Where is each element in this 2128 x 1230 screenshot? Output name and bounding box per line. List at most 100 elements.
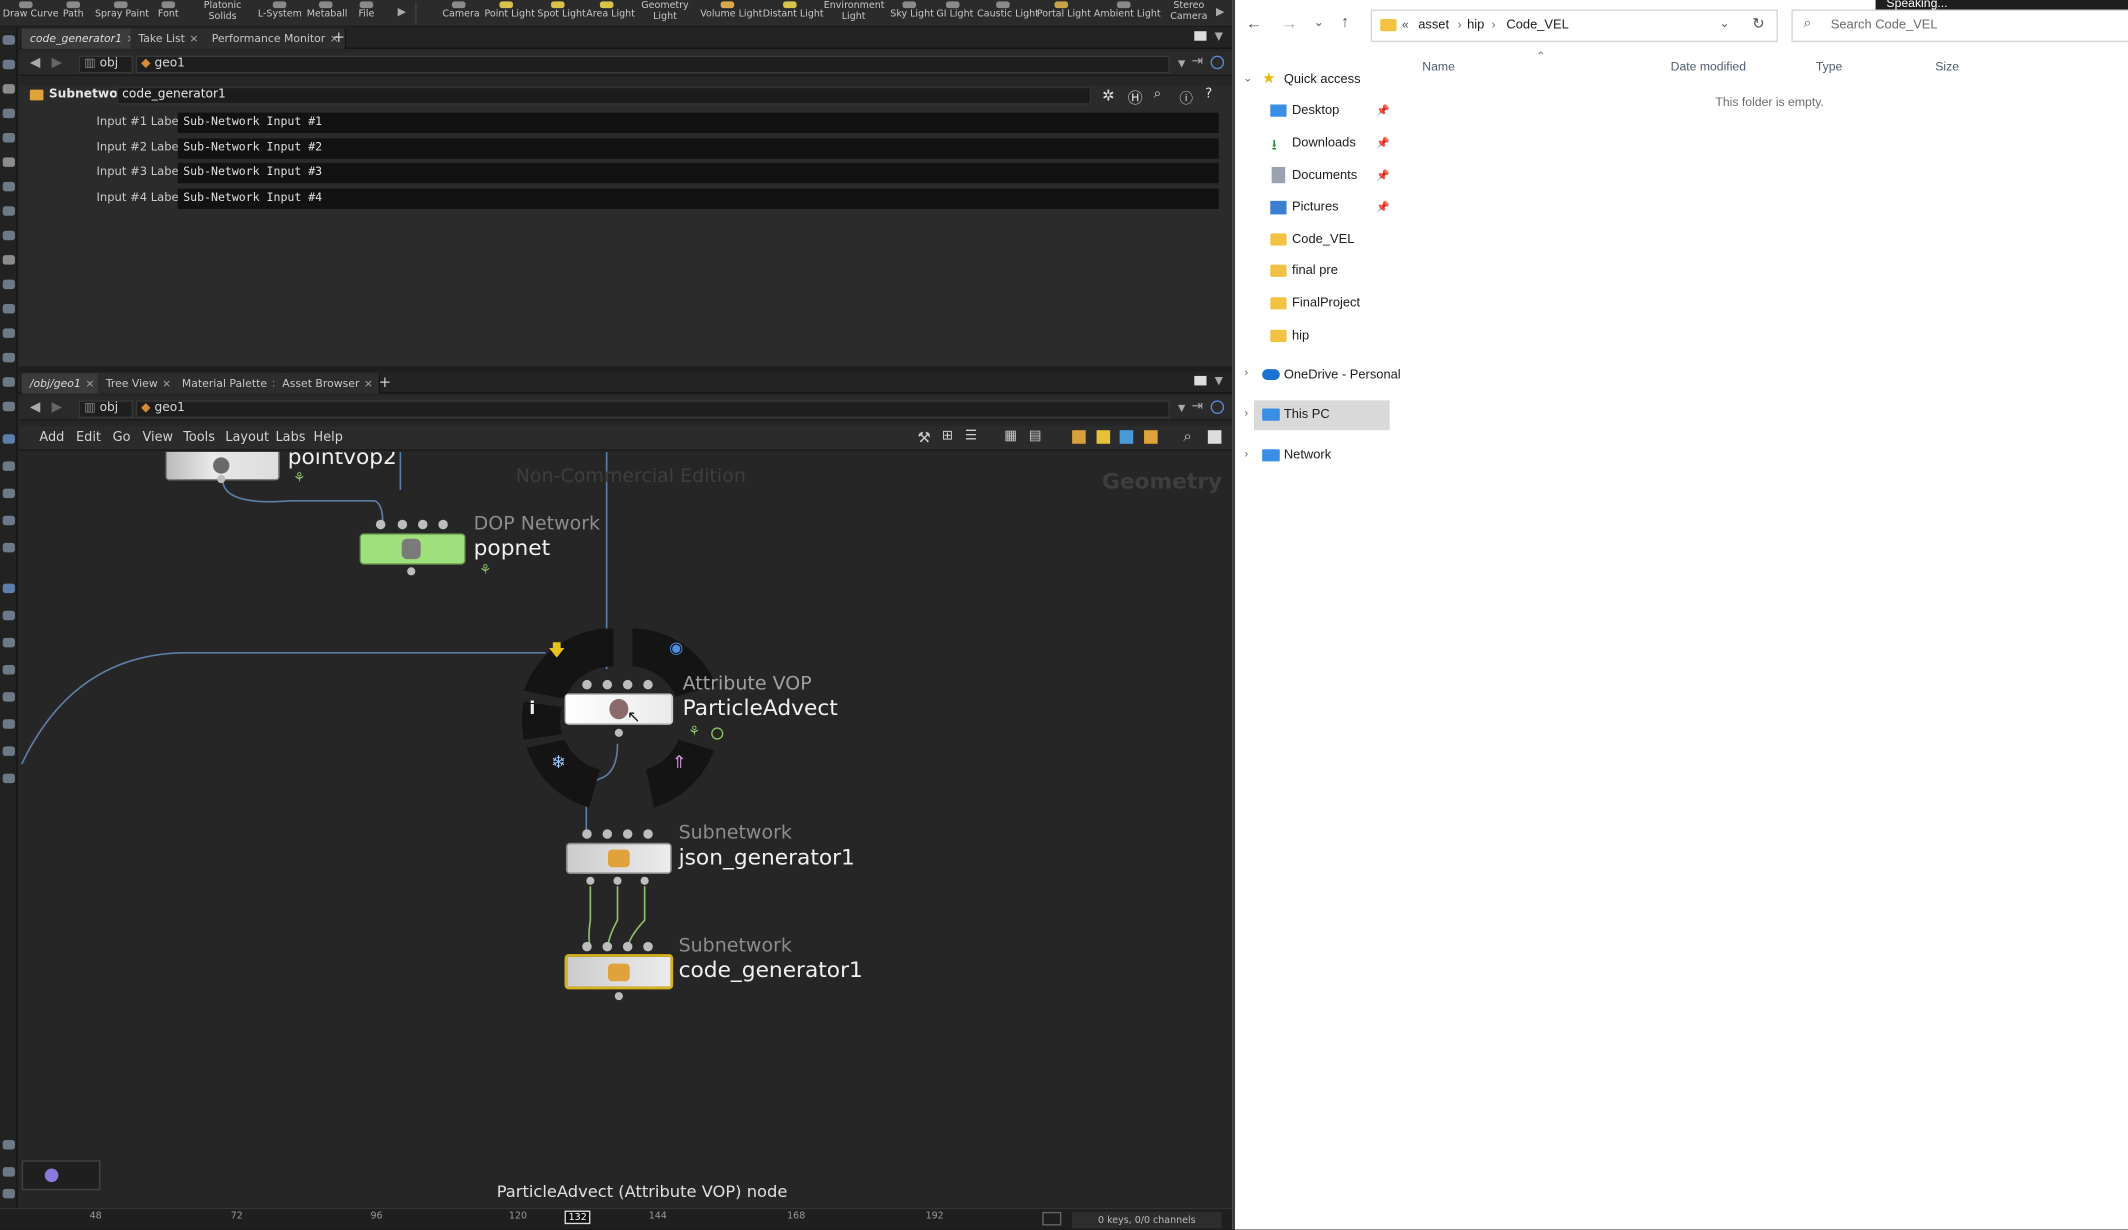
- shelf-tool-camera[interactable]: Camera: [442, 0, 480, 27]
- search-icon[interactable]: ⌕: [1154, 87, 1162, 102]
- keys-channels-field[interactable]: 0 keys, 0/0 channels: [1072, 1211, 1222, 1229]
- breadcrumb-hip[interactable]: hip: [1467, 18, 1484, 33]
- chevron-down-icon[interactable]: ▼: [1178, 403, 1185, 414]
- input-connector[interactable]: [582, 829, 592, 839]
- tool-icon[interactable]: [2, 328, 15, 338]
- shelf-tool-spot-light[interactable]: Spot Light: [537, 0, 586, 27]
- forward-icon[interactable]: ▶: [52, 56, 62, 71]
- input-connector[interactable]: [622, 941, 633, 952]
- gear-icon[interactable]: ✲: [1102, 87, 1115, 105]
- tool-icon[interactable]: [2, 692, 15, 702]
- nav-folder-final-pre[interactable]: final pre: [1292, 263, 1338, 278]
- breadcrumb-asset[interactable]: asset: [1418, 18, 1449, 33]
- chevron-down-icon[interactable]: ⌄: [1243, 72, 1252, 84]
- shelf-tool-lsystem[interactable]: L-System: [258, 0, 302, 27]
- menu-layout[interactable]: Layout: [225, 430, 269, 445]
- search-box[interactable]: ⌕ Search Code_VEL: [1791, 9, 2128, 43]
- tool-icon[interactable]: [2, 664, 15, 675]
- shelf-tool-ambient-light[interactable]: Ambient Light: [1094, 0, 1161, 27]
- input-connector[interactable]: [582, 679, 592, 690]
- menu-labs[interactable]: Labs: [275, 430, 305, 445]
- close-icon[interactable]: ×: [364, 373, 373, 393]
- column-header-size[interactable]: Size: [1935, 60, 1959, 74]
- node-particleadvect[interactable]: [564, 693, 674, 725]
- input-connector[interactable]: [602, 679, 613, 690]
- tool-icon[interactable]: [2, 515, 15, 526]
- column-header-type[interactable]: Type: [1816, 60, 1842, 74]
- nav-folder-hip[interactable]: hip: [1292, 328, 1309, 343]
- tree-icon[interactable]: ⊞: [942, 429, 953, 444]
- back-icon[interactable]: ◀: [30, 400, 40, 415]
- wrench-icon[interactable]: ⚒: [917, 429, 930, 447]
- pin-icon[interactable]: 📌: [1376, 170, 1390, 182]
- menu-add[interactable]: Add: [39, 430, 64, 445]
- sticky-icon[interactable]: [1072, 430, 1086, 444]
- output-connector[interactable]: [586, 876, 595, 885]
- tool-icon[interactable]: [2, 488, 15, 499]
- input-connector[interactable]: [417, 519, 428, 530]
- chevron-down-icon[interactable]: ▼: [1178, 58, 1185, 69]
- help-icon[interactable]: ?: [1205, 87, 1212, 102]
- nav-documents[interactable]: Documents: [1292, 168, 1357, 183]
- link-icon[interactable]: [1210, 55, 1225, 70]
- close-icon[interactable]: ×: [189, 28, 198, 48]
- input-connector[interactable]: [582, 941, 592, 952]
- nav-network[interactable]: Network: [1284, 448, 1331, 463]
- menu-tools[interactable]: Tools: [183, 430, 215, 445]
- chevron-right-icon[interactable]: ›: [1244, 407, 1248, 419]
- chevron-right-icon[interactable]: ›: [1244, 366, 1248, 378]
- pin-icon[interactable]: 📌: [1376, 104, 1390, 116]
- input-connector[interactable]: [643, 829, 653, 839]
- shelf-tool-metaball[interactable]: Metaball: [307, 0, 347, 27]
- timeline[interactable]: 48 72 96 120 132 144 168 192 0 keys, 0/0…: [0, 1207, 1233, 1230]
- tool-icon[interactable]: [2, 746, 15, 756]
- template-flag-icon[interactable]: ⇑: [672, 753, 687, 773]
- tool-icon[interactable]: [2, 84, 15, 94]
- tool-icon[interactable]: [2, 132, 15, 143]
- node-popnet[interactable]: [359, 533, 466, 565]
- address-bar[interactable]: « asset › hip › Code_VEL ⌄ ↻: [1370, 9, 1778, 43]
- menu-go[interactable]: Go: [113, 430, 131, 445]
- shelf-tool-platonic-solids[interactable]: Platonic Solids: [198, 0, 247, 27]
- output-connector[interactable]: [614, 992, 623, 1001]
- input-connector[interactable]: [643, 679, 653, 690]
- tool-icon[interactable]: [2, 206, 15, 216]
- output-connector[interactable]: [614, 728, 623, 737]
- menu-view[interactable]: View: [142, 430, 173, 445]
- tool-icon[interactable]: [2, 35, 15, 45]
- tab-obj-geo1[interactable]: /obj/geo1 ×: [21, 373, 102, 394]
- shelf-tool-sky-light[interactable]: Sky Light: [890, 0, 934, 27]
- path-context-obj[interactable]: ▥ obj: [78, 55, 133, 74]
- info-icon[interactable]: i: [529, 699, 535, 719]
- nav-onedrive[interactable]: OneDrive - Personal: [1284, 368, 1401, 383]
- breadcrumb-overflow[interactable]: «: [1402, 18, 1409, 32]
- up-arrow-icon[interactable]: ↑: [1341, 12, 1349, 31]
- path-context-obj[interactable]: ▥ obj: [78, 400, 133, 418]
- column-header-name[interactable]: Name: [1422, 60, 1455, 74]
- ring-segment[interactable]: [521, 701, 562, 740]
- menu-edit[interactable]: Edit: [76, 430, 101, 445]
- chevron-down-icon[interactable]: ▼: [1215, 30, 1223, 42]
- link-icon[interactable]: [1210, 400, 1225, 414]
- nav-pictures[interactable]: Pictures: [1292, 199, 1339, 214]
- grid-small-icon[interactable]: ▤: [1029, 429, 1042, 444]
- chevron-right-icon[interactable]: ›: [1244, 448, 1248, 460]
- tab-code-generator[interactable]: code_generator1×: [21, 28, 143, 49]
- input-connector[interactable]: [602, 941, 613, 952]
- input-connector[interactable]: [602, 829, 613, 839]
- tool-icon[interactable]: [2, 1139, 15, 1150]
- shelf-tool-file[interactable]: File: [356, 0, 378, 27]
- pane-menu-icon[interactable]: [1194, 375, 1207, 386]
- shelf-overflow-arrow-icon[interactable]: ▶: [1216, 5, 1224, 17]
- tool-icon[interactable]: [2, 230, 15, 241]
- shelf-tool-area-light[interactable]: Area Light: [586, 0, 635, 27]
- tab-asset-browser[interactable]: Asset Browser ×: [274, 373, 380, 394]
- pin-icon[interactable]: 📌: [1376, 201, 1390, 213]
- output-connector[interactable]: [407, 567, 416, 576]
- forward-arrow-icon[interactable]: →: [1281, 14, 1297, 33]
- tool-icon[interactable]: [2, 401, 15, 412]
- ring-segment[interactable]: [523, 628, 614, 699]
- input-connector[interactable]: [622, 679, 633, 690]
- tool-icon[interactable]: [2, 108, 15, 119]
- param-value-input-3[interactable]: Sub-Network Input #3: [177, 162, 1219, 184]
